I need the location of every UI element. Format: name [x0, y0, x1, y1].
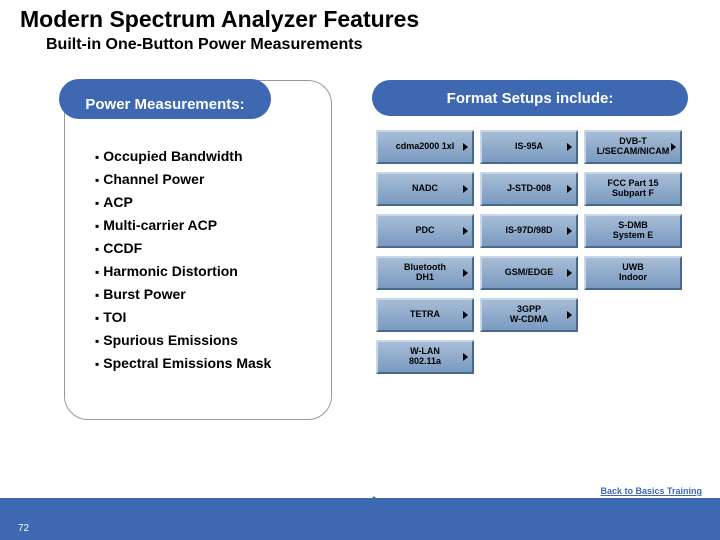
fmt-pdc[interactable]: PDC — [376, 214, 474, 248]
page-subtitle: Built-in One-Button Power Measurements — [46, 36, 362, 54]
list-item: Spurious Emissions — [95, 329, 271, 352]
footer-bar: 72 — [0, 498, 720, 540]
format-setups-grid: cdma2000 1xl NADC PDC BluetoothDH1 TETRA… — [376, 130, 682, 374]
list-item: ACP — [95, 191, 271, 214]
fmt-uwb[interactable]: UWBIndoor — [584, 256, 682, 290]
fmt-jstd008[interactable]: J-STD-008 — [480, 172, 578, 206]
list-item: Occupied Bandwidth — [95, 145, 271, 168]
fmt-is95a[interactable]: IS-95A — [480, 130, 578, 164]
chevron-right-icon — [671, 143, 676, 151]
chevron-right-icon — [463, 185, 468, 193]
chevron-right-icon — [567, 311, 572, 319]
chevron-right-icon — [463, 269, 468, 277]
fmt-tetra[interactable]: TETRA — [376, 298, 474, 332]
chevron-right-icon — [463, 143, 468, 151]
chevron-right-icon — [567, 143, 572, 151]
chevron-right-icon — [567, 185, 572, 193]
list-item: CCDF — [95, 237, 271, 260]
format-setups-header: Format Setups include: — [372, 80, 688, 116]
list-item: TOI — [95, 306, 271, 329]
list-item: Harmonic Distortion — [95, 260, 271, 283]
fmt-bluetooth[interactable]: BluetoothDH1 — [376, 256, 474, 290]
fmt-dvbt[interactable]: DVB-TL/SECAM/NICAM — [584, 130, 682, 164]
chevron-right-icon — [463, 227, 468, 235]
back-to-basics-link[interactable]: Back to Basics Training — [600, 486, 702, 496]
list-item: Burst Power — [95, 283, 271, 306]
fmt-nadc[interactable]: NADC — [376, 172, 474, 206]
fmt-is97d[interactable]: IS-97D/98D — [480, 214, 578, 248]
page-title: Modern Spectrum Analyzer Features — [20, 6, 419, 33]
format-col-0: cdma2000 1xl NADC PDC BluetoothDH1 TETRA… — [376, 130, 474, 374]
chevron-right-icon — [463, 311, 468, 319]
list-item: Spectral Emissions Mask — [95, 352, 271, 375]
power-measurements-panel: Power Measurements: Occupied Bandwidth C… — [64, 80, 332, 420]
chevron-right-icon — [463, 353, 468, 361]
fmt-fcc15[interactable]: FCC Part 15Subpart F — [584, 172, 682, 206]
format-col-2: DVB-TL/SECAM/NICAM FCC Part 15Subpart F … — [584, 130, 682, 374]
chevron-right-icon — [567, 227, 572, 235]
page-number: 72 — [18, 523, 29, 534]
fmt-gsm[interactable]: GSM/EDGE — [480, 256, 578, 290]
chevron-right-icon — [567, 269, 572, 277]
list-item: Multi-carrier ACP — [95, 214, 271, 237]
fmt-sdmb[interactable]: S-DMBSystem E — [584, 214, 682, 248]
fmt-wlan[interactable]: W-LAN802.11a — [376, 340, 474, 374]
power-measurements-header: Power Measurements: — [59, 79, 271, 119]
power-measurements-list: Occupied Bandwidth Channel Power ACP Mul… — [95, 145, 271, 375]
list-item: Channel Power — [95, 168, 271, 191]
fmt-3gpp[interactable]: 3GPPW-CDMA — [480, 298, 578, 332]
fmt-cdma2000[interactable]: cdma2000 1xl — [376, 130, 474, 164]
format-col-1: IS-95A J-STD-008 IS-97D/98D GSM/EDGE 3GP… — [480, 130, 578, 374]
